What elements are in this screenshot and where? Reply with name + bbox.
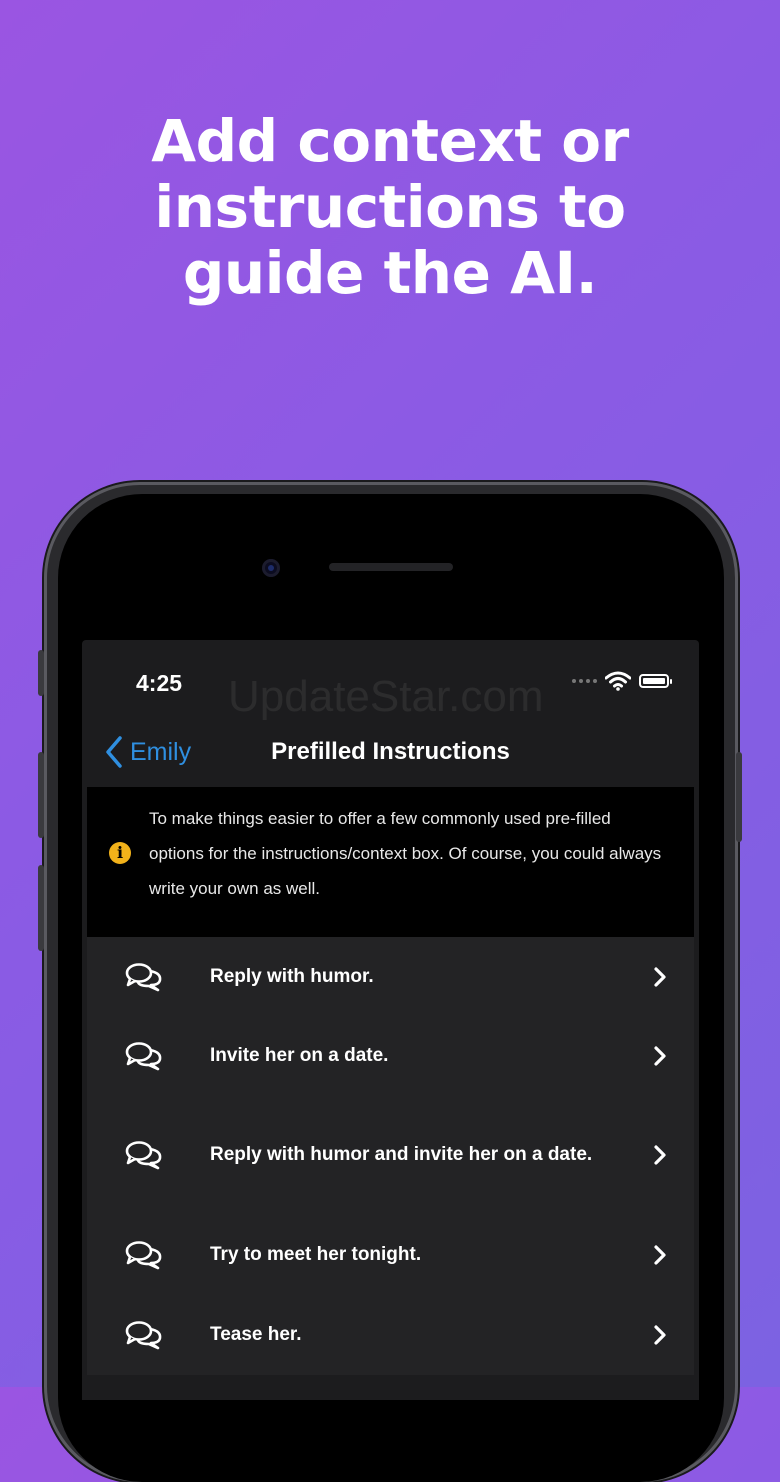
chat-bubbles-icon (125, 1042, 162, 1071)
chat-bubbles-icon (125, 963, 162, 992)
status-bar: 4:25 UpdateStar.com (82, 640, 699, 721)
headline: Add context or instructions to guide the… (0, 108, 780, 306)
info-text: To make things easier to offer a few com… (149, 809, 662, 898)
chevron-right-icon (654, 967, 666, 987)
headline-line-1: Add context or (151, 107, 629, 175)
earpiece-speaker (329, 563, 453, 571)
wifi-icon (605, 671, 631, 691)
chevron-right-icon (654, 1046, 666, 1066)
instruction-row-reply-with-humor-and-invite[interactable]: Reply with humor and invite her on a dat… (87, 1095, 694, 1215)
headline-line-2: instructions to (154, 173, 626, 241)
instruction-row-tease-her[interactable]: Tease her. (87, 1295, 694, 1375)
instruction-label: Try to meet her tonight. (210, 1244, 422, 1265)
status-time: 4:25 (136, 670, 183, 696)
instruction-row-try-to-meet-her-tonight[interactable]: Try to meet her tonight. (87, 1215, 694, 1295)
app-screen: 4:25 UpdateStar.com Emily Prefilled Inst… (82, 640, 699, 1400)
silent-switch (38, 650, 44, 696)
instruction-list: Reply with humor. Invite her on a date. (87, 937, 694, 1375)
chat-bubbles-icon (125, 1321, 162, 1350)
power-button (736, 752, 742, 842)
cellular-signal-icon (572, 679, 597, 683)
chevron-right-icon (654, 1245, 666, 1265)
battery-icon (639, 674, 672, 688)
info-banner: i To make things easier to offer a few c… (87, 787, 694, 937)
instruction-label: Reply with humor. (210, 966, 374, 987)
info-icon: i (109, 842, 131, 864)
instruction-row-invite-her-on-a-date[interactable]: Invite her on a date. (87, 1017, 694, 1095)
instruction-label: Reply with humor and invite her on a dat… (210, 1144, 593, 1165)
page-title: Prefilled Instructions (271, 738, 510, 765)
navigation-bar: Emily Prefilled Instructions (82, 728, 699, 778)
chat-bubbles-icon (125, 1141, 162, 1170)
chevron-right-icon (654, 1325, 666, 1345)
watermark: UpdateStar.com (228, 672, 544, 721)
instruction-label: Invite her on a date. (210, 1045, 389, 1066)
front-camera (262, 559, 280, 577)
chat-bubbles-icon (125, 1241, 162, 1270)
chevron-right-icon (654, 1145, 666, 1165)
headline-line-3: guide the AI. (182, 239, 598, 307)
volume-down-button (38, 865, 44, 951)
instruction-row-reply-with-humor[interactable]: Reply with humor. (87, 937, 694, 1017)
volume-up-button (38, 752, 44, 838)
instruction-label: Tease her. (210, 1324, 302, 1345)
status-icons (572, 671, 672, 691)
